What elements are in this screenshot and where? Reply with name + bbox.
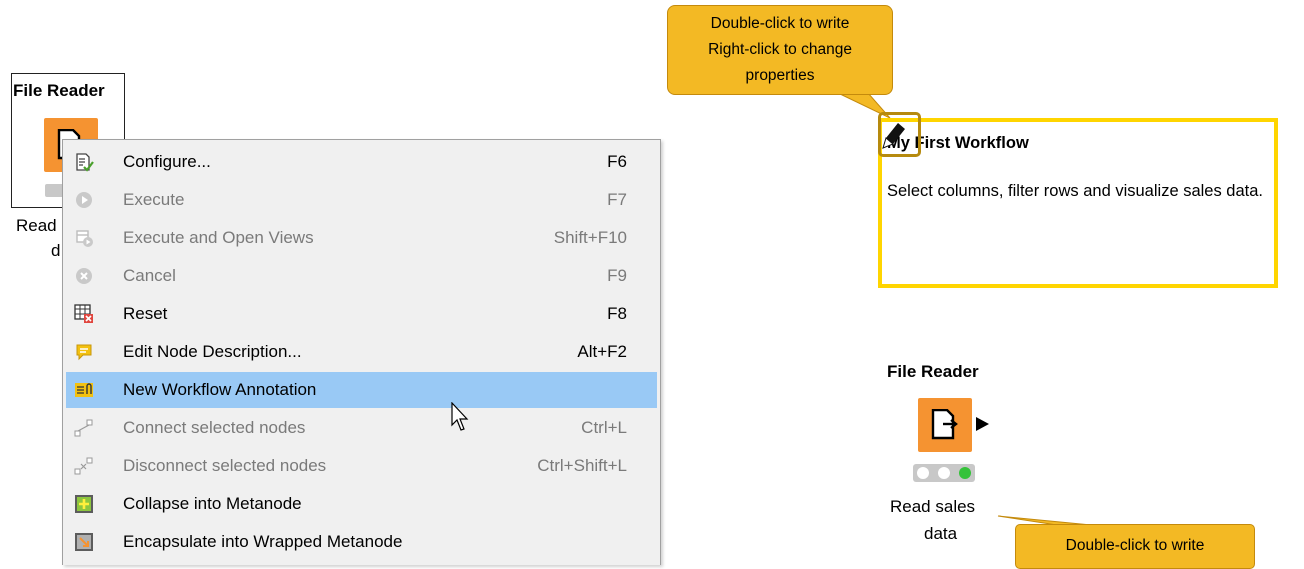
execute-open-views-icon [74, 228, 94, 248]
menu-item-shortcut: F9 [607, 266, 627, 285]
collapse-metanode-icon [74, 494, 94, 514]
tooltip-label-hint: Double-click to write [1015, 524, 1255, 569]
menu-item-configure[interactable]: Configure... F6 [66, 144, 657, 180]
menu-item-collapse-into-metanode[interactable]: Collapse into Metanode [66, 486, 657, 522]
tooltip-text: Double-click to write [1065, 537, 1205, 554]
wrapped-metanode-icon [74, 532, 94, 552]
cancel-icon [74, 266, 94, 286]
disconnect-icon [74, 456, 94, 476]
menu-item-label: Configure... [123, 152, 211, 171]
menu-item-label: Collapse into Metanode [123, 494, 302, 513]
menu-item-label: Reset [123, 304, 168, 323]
menu-item-label: Execute and Open Views [123, 228, 314, 247]
status-dot-green [959, 467, 971, 479]
menu-item-shortcut: Ctrl+Shift+L [537, 456, 627, 475]
menu-item-shortcut: F6 [607, 152, 627, 171]
menu-item-label: New Workflow Annotation [123, 380, 317, 399]
connect-icon [74, 418, 94, 438]
menu-item-connect-selected-nodes[interactable]: Connect selected nodes Ctrl+L [66, 410, 657, 446]
menu-item-shortcut: Shift+F10 [553, 228, 627, 247]
node-title: File Reader [13, 81, 105, 100]
menu-item-reset[interactable]: Reset F8 [66, 296, 657, 332]
tooltip-annotation-hint: Double-click to write Right-click to cha… [667, 5, 893, 95]
pencil-icon [882, 123, 905, 149]
menu-item-execute-open-views[interactable]: Execute and Open Views Shift+F10 [66, 220, 657, 256]
reset-icon [74, 304, 94, 324]
menu-item-shortcut: Ctrl+L [581, 418, 627, 437]
node-label-line2[interactable]: d [51, 241, 60, 261]
node-status-traffic-light [913, 464, 975, 482]
comment-icon [74, 342, 94, 362]
annotation-body: Select columns, filter rows and visualiz… [887, 182, 1264, 200]
node-label[interactable]: Read sales [890, 497, 975, 517]
tooltip-line: Double-click to write [710, 15, 850, 32]
menu-item-shortcut: F8 [607, 304, 627, 323]
menu-item-shortcut: Alt+F2 [577, 342, 627, 361]
menu-item-new-workflow-annotation[interactable]: New Workflow Annotation [66, 372, 657, 408]
menu-item-label: Cancel [123, 266, 176, 285]
menu-item-label: Connect selected nodes [123, 418, 306, 437]
execute-icon [74, 190, 94, 210]
menu-item-edit-node-description[interactable]: Edit Node Description... Alt+F2 [66, 334, 657, 370]
configure-icon [74, 152, 94, 172]
status-dot-red [917, 467, 929, 479]
node-label-line2[interactable]: data [924, 524, 957, 544]
node-title: File Reader [887, 362, 979, 381]
menu-item-shortcut: F7 [607, 190, 627, 209]
status-dot-yellow [938, 467, 950, 479]
annotation-icon [74, 380, 94, 400]
file-reader-icon[interactable] [918, 398, 972, 452]
output-port-icon[interactable] [975, 416, 991, 432]
tooltip-line: properties [745, 67, 815, 84]
menu-item-label: Disconnect selected nodes [123, 456, 327, 475]
menu-item-disconnect-selected-nodes[interactable]: Disconnect selected nodes Ctrl+Shift+L [66, 448, 657, 484]
node-context-menu: Configure... F6 Execute F7 Execute and O… [62, 139, 661, 565]
node-label[interactable]: Read [16, 216, 57, 236]
menu-item-execute[interactable]: Execute F7 [66, 182, 657, 218]
mouse-cursor-icon [451, 402, 469, 431]
menu-item-cancel[interactable]: Cancel F9 [66, 258, 657, 294]
menu-item-encapsulate-wrapped-metanode[interactable]: Encapsulate into Wrapped Metanode [66, 524, 657, 560]
menu-item-label: Edit Node Description... [123, 342, 302, 361]
menu-item-label: Encapsulate into Wrapped Metanode [123, 532, 403, 551]
menu-item-label: Execute [123, 190, 185, 209]
tooltip-line: Right-click to change [708, 41, 852, 58]
workflow-annotation[interactable]: My First Workflow Select columns, filter… [878, 118, 1278, 288]
